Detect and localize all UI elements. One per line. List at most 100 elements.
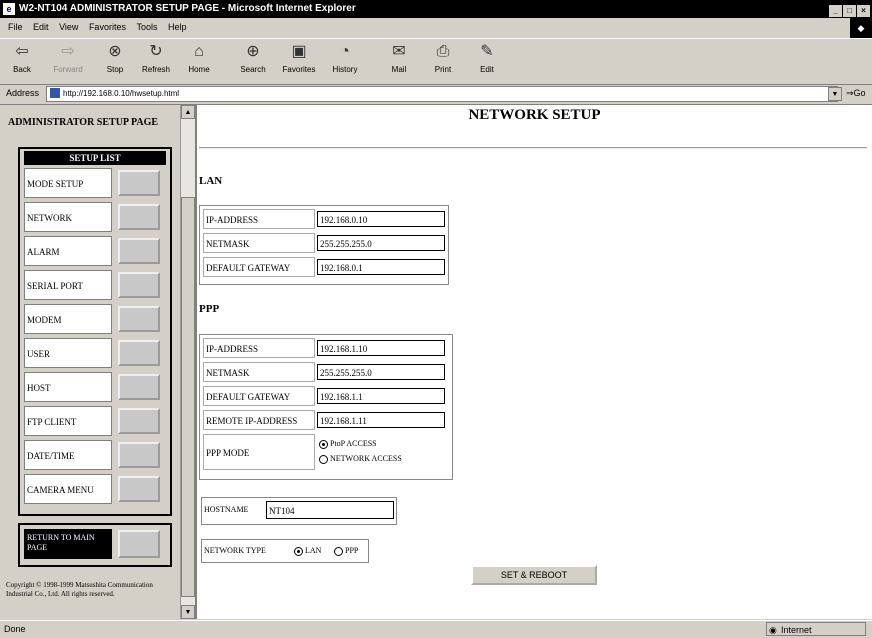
ppp-gateway-row: DEFAULT GATEWAY 192.168.1.1: [201, 384, 451, 408]
ppp-mode-ptop-radio[interactable]: PtoP ACCESS: [319, 436, 402, 451]
set-reboot-button[interactable]: SET & REBOOT: [471, 565, 597, 585]
menu-bar: File Edit View Favorites Tools Help: [0, 18, 872, 36]
history-button[interactable]: ◔ History: [325, 41, 365, 74]
ppp-remote-ip-row: REMOTE IP-ADDRESS 192.168.1.11: [201, 408, 451, 432]
print-icon: ⎙: [436, 43, 450, 60]
address-dropdown-icon[interactable]: ▼: [828, 87, 842, 101]
hostname-input[interactable]: NT104: [266, 501, 394, 519]
radio-checked-icon: [319, 439, 328, 449]
ppp-remote-ip-input[interactable]: 192.168.1.11: [317, 412, 445, 428]
host-button[interactable]: [118, 374, 160, 400]
setup-list: SETUP LIST MODE SETUP NETWORK ALARM SERI…: [18, 147, 172, 516]
return-main-button[interactable]: [118, 530, 160, 558]
favorites-button[interactable]: ▣ Favorites: [279, 41, 319, 74]
hostname-label: HOSTNAME: [204, 505, 249, 514]
sidebar-item-user: USER: [24, 338, 166, 370]
alarm-button[interactable]: [118, 238, 160, 264]
menu-help[interactable]: Help: [168, 18, 187, 36]
sidebar-item-network: NETWORK: [24, 202, 166, 234]
mail-icon: ✉: [392, 43, 406, 60]
ppp-gateway-input[interactable]: 192.168.1.1: [317, 388, 445, 404]
sidebar-scrollbar[interactable]: ▲ ▼: [180, 105, 195, 619]
title-bar: e W2-NT104 ADMINISTRATOR SETUP PAGE - Mi…: [0, 0, 872, 18]
date-time-button[interactable]: [118, 442, 160, 468]
sidebar-item-mode-setup: MODE SETUP: [24, 168, 166, 200]
return-main-box: RETURN TO MAIN PAGE: [18, 523, 172, 567]
go-button[interactable]: ⇒Go: [846, 88, 866, 99]
minimize-icon[interactable]: _: [829, 5, 842, 17]
history-icon: ◔: [340, 43, 350, 60]
stop-button[interactable]: ⊗ Stop: [95, 41, 135, 74]
security-zone: ◉ Internet: [766, 622, 866, 636]
sidebar-item-camera-menu: CAMERA MENU: [24, 474, 166, 506]
network-type-label: NETWORK TYPE: [204, 546, 266, 555]
address-input[interactable]: http://192.168.0.10/hwsetup.html: [46, 86, 838, 102]
lan-netmask-row: NETMASK 255.255.255.0: [201, 231, 447, 255]
scroll-up-icon[interactable]: ▲: [181, 105, 195, 119]
menu-tools[interactable]: Tools: [136, 18, 157, 36]
radio-checked-icon: [294, 546, 303, 556]
network-button[interactable]: [118, 204, 160, 230]
serial-port-button[interactable]: [118, 272, 160, 298]
ppp-netmask-row: NETMASK 255.255.255.0: [201, 360, 451, 384]
mode-setup-button[interactable]: [118, 170, 160, 196]
user-button[interactable]: [118, 340, 160, 366]
return-main-label: RETURN TO MAIN PAGE: [24, 529, 112, 559]
lan-table: IP-ADDRESS 192.168.0.10 NETMASK 255.255.25…: [199, 205, 449, 285]
ppp-heading: PPP: [199, 303, 220, 315]
lan-gateway-input[interactable]: 192.168.0.1: [317, 259, 445, 275]
sidebar-item-date-time: DATE/TIME: [24, 440, 166, 472]
camera-menu-button[interactable]: [118, 476, 160, 502]
ppp-ip-row: IP-ADDRESS 192.168.1.10: [201, 336, 451, 360]
sidebar-item-alarm: ALARM: [24, 236, 166, 268]
mail-button[interactable]: ✉ Mail: [379, 41, 419, 74]
address-url: http://192.168.0.10/hwsetup.html: [63, 89, 180, 98]
modem-button[interactable]: [118, 306, 160, 332]
menu-view[interactable]: View: [59, 18, 78, 36]
scroll-thumb[interactable]: [181, 197, 195, 597]
favorites-icon: ▣: [291, 43, 307, 60]
sidebar-item-host: HOST: [24, 372, 166, 404]
refresh-icon: ↻: [149, 43, 163, 60]
home-button[interactable]: ⌂ Home: [179, 41, 219, 74]
scroll-down-icon[interactable]: ▼: [181, 605, 195, 619]
edit-icon: ✎: [480, 43, 494, 60]
lan-heading: LAN: [199, 175, 223, 187]
ppp-mode-network-radio[interactable]: NETWORK ACCESS: [319, 451, 402, 466]
window-title: W2-NT104 ADMINISTRATOR SETUP PAGE - Micr…: [19, 3, 356, 14]
close-icon[interactable]: ×: [857, 5, 870, 17]
back-button[interactable]: ⇦ Back: [2, 41, 42, 74]
edit-button[interactable]: ✎ Edit: [467, 41, 507, 74]
ie-logo-icon: e: [3, 3, 15, 15]
ppp-netmask-input[interactable]: 255.255.255.0: [317, 364, 445, 380]
home-icon: ⌂: [194, 43, 204, 60]
network-type-lan-radio[interactable]: LAN: [294, 540, 321, 562]
sidebar-frame: ADMINISTRATOR SETUP PAGE SETUP LIST MODE…: [0, 105, 197, 619]
menu-edit[interactable]: Edit: [33, 18, 49, 36]
sidebar-item-modem: MODEM: [24, 304, 166, 336]
lan-netmask-input[interactable]: 255.255.255.0: [317, 235, 445, 251]
setup-list-title: SETUP LIST: [24, 151, 166, 165]
search-button[interactable]: ⊕ Search: [233, 41, 273, 74]
address-label: Address: [6, 88, 40, 98]
menu-favorites[interactable]: Favorites: [89, 18, 126, 36]
browser-window: e W2-NT104 ADMINISTRATOR SETUP PAGE - Mi…: [0, 0, 872, 638]
network-type-box: NETWORK TYPE LAN PPP: [201, 539, 369, 563]
refresh-button[interactable]: ↻ Refresh: [136, 41, 176, 74]
forward-button[interactable]: ⇨ Forward: [48, 41, 88, 74]
menu-file[interactable]: File: [8, 18, 23, 36]
ppp-ip-input[interactable]: 192.168.1.10: [317, 340, 445, 356]
network-type-ppp-radio[interactable]: PPP: [334, 540, 358, 562]
search-icon: ⊕: [246, 43, 260, 60]
lan-ip-row: IP-ADDRESS 192.168.0.10: [201, 207, 447, 231]
print-button[interactable]: ⎙ Print: [423, 41, 463, 74]
ftp-client-button[interactable]: [118, 408, 160, 434]
divider: [199, 147, 867, 149]
ppp-mode-options: PtoP ACCESS NETWORK ACCESS: [319, 436, 402, 466]
copyright-text: Copyright © 1998-1999 Matsushita Communi…: [6, 581, 153, 598]
lan-ip-input[interactable]: 192.168.0.10: [317, 211, 445, 227]
sidebar-item-ftp-client: FTP CLIENT: [24, 406, 166, 438]
maximize-icon[interactable]: □: [843, 5, 856, 17]
stop-icon: ⊗: [108, 43, 122, 60]
radio-unchecked-icon: [334, 546, 343, 556]
